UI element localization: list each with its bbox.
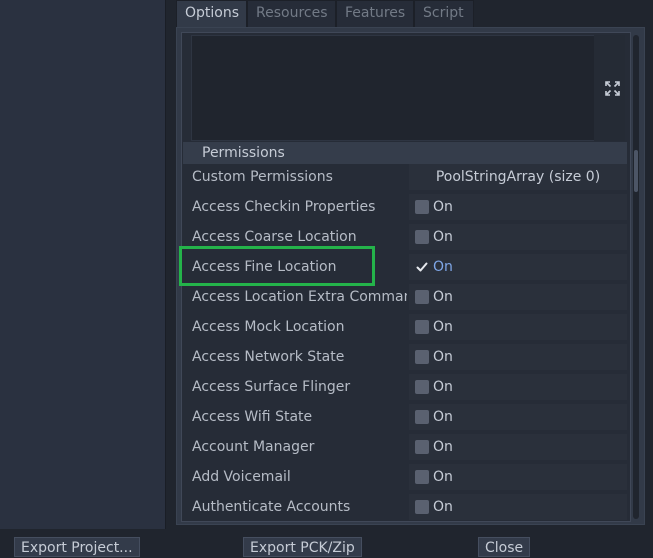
tab-options[interactable]: Options (176, 0, 247, 27)
checkbox-label: On (433, 349, 453, 365)
array-value-label: PoolStringArray (size 0) (435, 169, 601, 185)
checkbox-label: On (433, 469, 453, 485)
checkbox-label: On (433, 439, 453, 455)
account-manager-checkbox[interactable]: On (409, 434, 627, 460)
property-label: Access Mock Location (192, 319, 345, 335)
property-row-access-surface-flinger: Access Surface Flinger On (183, 373, 627, 401)
expand-icon[interactable] (604, 80, 621, 97)
tab-bar: Options Resources Features Script (176, 0, 636, 27)
text-editor-area[interactable] (191, 35, 625, 141)
left-panel (0, 0, 166, 529)
unchecked-box-icon (415, 230, 429, 244)
property-row-access-checkin-properties: Access Checkin Properties On (183, 193, 627, 221)
export-pck-zip-button[interactable]: Export PCK/Zip (243, 537, 362, 557)
access-coarse-location-checkbox[interactable]: On (409, 224, 627, 250)
add-voicemail-checkbox[interactable]: On (409, 464, 627, 490)
access-surface-flinger-checkbox[interactable]: On (409, 374, 627, 400)
checkbox-label: On (433, 409, 453, 425)
property-label: Access Location Extra Comman (192, 289, 407, 305)
inspector-scrollbar[interactable] (633, 35, 639, 519)
unchecked-box-icon (415, 500, 429, 514)
access-network-state-checkbox[interactable]: On (409, 344, 627, 370)
property-row-access-wifi-state: Access Wifi State On (183, 403, 627, 431)
unchecked-box-icon (415, 440, 429, 454)
property-label: Account Manager (192, 439, 315, 455)
property-row-add-voicemail: Add Voicemail On (183, 463, 627, 491)
property-label: Custom Permissions (192, 169, 333, 185)
property-row-access-location-extra-commands: Access Location Extra Comman On (183, 283, 627, 311)
property-label: Add Voicemail (192, 469, 291, 485)
unchecked-box-icon (415, 200, 429, 214)
access-fine-location-checkbox[interactable]: On (409, 254, 627, 280)
unchecked-box-icon (415, 350, 429, 364)
checkbox-label: On (433, 199, 453, 215)
inspector-scrollbar-thumb[interactable] (634, 150, 638, 192)
property-label: Access Surface Flinger (192, 379, 351, 395)
property-row-authenticate-accounts: Authenticate Accounts On (183, 493, 627, 521)
unchecked-box-icon (415, 380, 429, 394)
close-button[interactable]: Close (478, 537, 531, 557)
checkbox-label: On (433, 319, 453, 335)
checkbox-label: On (433, 379, 453, 395)
access-mock-location-checkbox[interactable]: On (409, 314, 627, 340)
checkbox-label: On (433, 499, 453, 515)
property-label: Access Fine Location (192, 259, 337, 275)
checkbox-label: On (433, 229, 453, 245)
custom-permissions-array-button[interactable]: PoolStringArray (size 0) (409, 164, 627, 190)
access-location-extra-commands-checkbox[interactable]: On (409, 284, 627, 310)
permissions-section-header[interactable]: Permissions (183, 142, 627, 164)
unchecked-box-icon (415, 470, 429, 484)
property-row-custom-permissions: Custom Permissions PoolStringArray (size… (183, 163, 627, 191)
property-label: Authenticate Accounts (192, 499, 351, 515)
tab-resources[interactable]: Resources (247, 0, 336, 27)
checkbox-label: On (433, 289, 453, 305)
property-label: Access Wifi State (192, 409, 313, 425)
access-checkin-properties-checkbox[interactable]: On (409, 194, 627, 220)
property-label: Access Network State (192, 349, 345, 365)
unchecked-box-icon (415, 320, 429, 334)
unchecked-box-icon (415, 410, 429, 424)
checkbox-label: On (433, 259, 453, 275)
tab-features[interactable]: Features (336, 0, 414, 27)
access-wifi-state-checkbox[interactable]: On (409, 404, 627, 430)
unchecked-box-icon (415, 290, 429, 304)
check-icon (415, 260, 429, 274)
property-row-access-fine-location: Access Fine Location On (183, 253, 627, 281)
property-label: Access Coarse Location (192, 229, 357, 245)
property-row-account-manager: Account Manager On (183, 433, 627, 461)
property-row-access-mock-location: Access Mock Location On (183, 313, 627, 341)
property-label: Access Checkin Properties (192, 199, 376, 215)
property-row-access-coarse-location: Access Coarse Location On (183, 223, 627, 251)
authenticate-accounts-checkbox[interactable]: On (409, 494, 627, 520)
export-project-button[interactable]: Export Project... (14, 537, 140, 557)
tab-script[interactable]: Script (414, 0, 474, 27)
property-row-access-network-state: Access Network State On (183, 343, 627, 371)
